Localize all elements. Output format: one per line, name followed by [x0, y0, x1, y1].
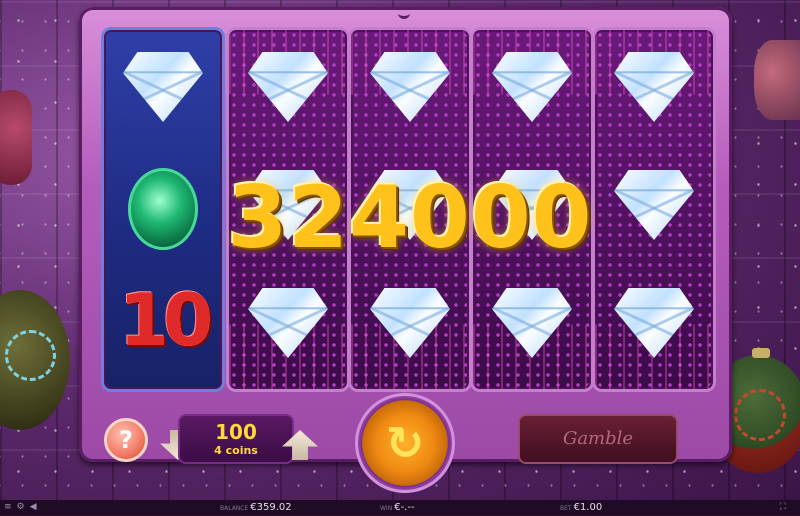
- fullscreen-icon[interactable]: ⛶: [780, 500, 794, 515]
- balance-label: BALANCE: [220, 505, 249, 512]
- status-icons: ≡⚙◀: [4, 500, 42, 515]
- win-value: €-.--: [394, 502, 415, 513]
- bet-readout: BET €1.00: [560, 500, 602, 516]
- ornament-right-top: [754, 40, 800, 120]
- balance-value: €359.02: [250, 502, 292, 513]
- win-amount: 324000: [227, 168, 593, 268]
- reel-1: 10: [101, 27, 225, 392]
- diamond-symbol: [248, 52, 328, 122]
- coins-display: 100 4 coins: [178, 414, 294, 464]
- ten-symbol: 10: [118, 278, 213, 362]
- diamond-symbol: [614, 170, 694, 240]
- bet-value: €1.00: [573, 502, 603, 513]
- speaker-icon[interactable]: ◀: [30, 502, 42, 512]
- coins-value: 100: [215, 420, 257, 444]
- menu-icon[interactable]: ≡: [4, 502, 17, 512]
- emerald-symbol: [128, 168, 198, 250]
- diamond-symbol: [492, 288, 572, 358]
- diamond-symbol: [614, 288, 694, 358]
- coins-subtitle: 4 coins: [214, 444, 258, 457]
- reel-5: [592, 27, 716, 392]
- diamond-symbol: [123, 52, 203, 122]
- ornament-cap: [752, 348, 770, 358]
- spin-icon[interactable]: ↻: [374, 412, 436, 474]
- help-button[interactable]: ?: [104, 418, 148, 462]
- diamond-symbol: [370, 288, 450, 358]
- gear-icon[interactable]: ⚙: [17, 502, 30, 512]
- win-readout: WIN €-.--: [380, 500, 415, 516]
- ornament-left-top: [0, 90, 32, 185]
- balance-readout: BALANCE €359.02: [220, 500, 292, 516]
- status-bar: ≡⚙◀ BALANCE €359.02 WIN €-.-- BET €1.00 ⛶: [0, 500, 800, 515]
- diamond-symbol: [614, 52, 694, 122]
- gamble-button[interactable]: Gamble: [518, 414, 678, 464]
- diamond-symbol: [492, 52, 572, 122]
- diamond-symbol: [370, 52, 450, 122]
- bet-label: BET: [560, 505, 572, 512]
- diamond-symbol: [248, 288, 328, 358]
- win-label: WIN: [380, 505, 393, 512]
